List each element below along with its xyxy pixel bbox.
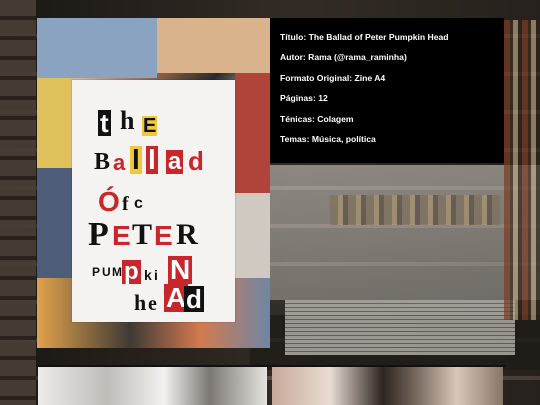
cutout-letter: h	[134, 290, 147, 315]
bookshelf-books	[330, 195, 500, 225]
collage-fragment	[235, 73, 270, 193]
cutout-letter: P	[88, 216, 109, 253]
cutout-letter: l	[146, 144, 158, 175]
info-format: Formato Original: Zine A4	[280, 72, 386, 83]
cutout-letter: f	[122, 193, 129, 215]
info-title: Título: The Ballad of Peter Pumpkin Head	[280, 32, 449, 42]
cutout-title-paper: t h E B a l l a d Ó f c P E T E R P U M …	[72, 80, 235, 322]
cutout-letter: P	[92, 265, 101, 279]
cutout-letter: p	[122, 258, 141, 285]
cutout-letter: c	[134, 195, 143, 212]
collage-fragment	[37, 18, 157, 78]
cutout-letter: k	[144, 267, 152, 283]
info-pages: Páginas: 12	[280, 93, 328, 104]
cutout-letter: a	[113, 150, 126, 175]
zine-page-thumbnail[interactable]	[38, 367, 267, 405]
zine-info-panel: Título: The Ballad of Peter Pumpkin Head…	[270, 18, 504, 163]
cutout-letter: U	[102, 265, 111, 279]
cutout-letter: M	[112, 265, 122, 279]
cutout-letter: h	[120, 106, 135, 135]
cutout-letter: R	[176, 218, 198, 251]
cutout-letter: B	[94, 149, 111, 175]
cutout-letter: E	[154, 220, 173, 251]
info-techniques: Ténicas: Colagem	[280, 113, 354, 124]
cutout-letter: Ó	[98, 186, 120, 217]
cutout-letter: i	[154, 267, 158, 283]
cutout-letter: t	[98, 108, 111, 138]
collage-fragment	[37, 168, 72, 278]
cutout-letter: d	[184, 284, 204, 314]
collage-fragment	[37, 78, 72, 168]
zine-cover-image[interactable]: t h E B a l l a d Ó f c P E T E R P U M …	[37, 18, 270, 348]
zine-page-thumbnail[interactable]	[272, 367, 503, 405]
cutout-letter: e	[148, 293, 157, 315]
cutout-letter: E	[142, 115, 158, 137]
cutout-letter: N	[168, 254, 193, 285]
collage-fragment	[157, 18, 270, 73]
cutout-letter: T	[132, 218, 153, 251]
cutout-letter: l	[130, 144, 142, 175]
paper-stack	[285, 300, 515, 355]
info-author: Autor: Rama (@rama_raminha)	[280, 52, 407, 63]
cutout-letter: E	[112, 220, 131, 251]
info-themes: Temas: Música, política	[280, 133, 376, 144]
bookshelf-right	[504, 20, 540, 320]
cutout-letter: a	[166, 148, 184, 175]
bookshelf-left	[0, 0, 36, 405]
cutout-letter: d	[188, 146, 204, 176]
bookshelf-center	[270, 165, 540, 315]
